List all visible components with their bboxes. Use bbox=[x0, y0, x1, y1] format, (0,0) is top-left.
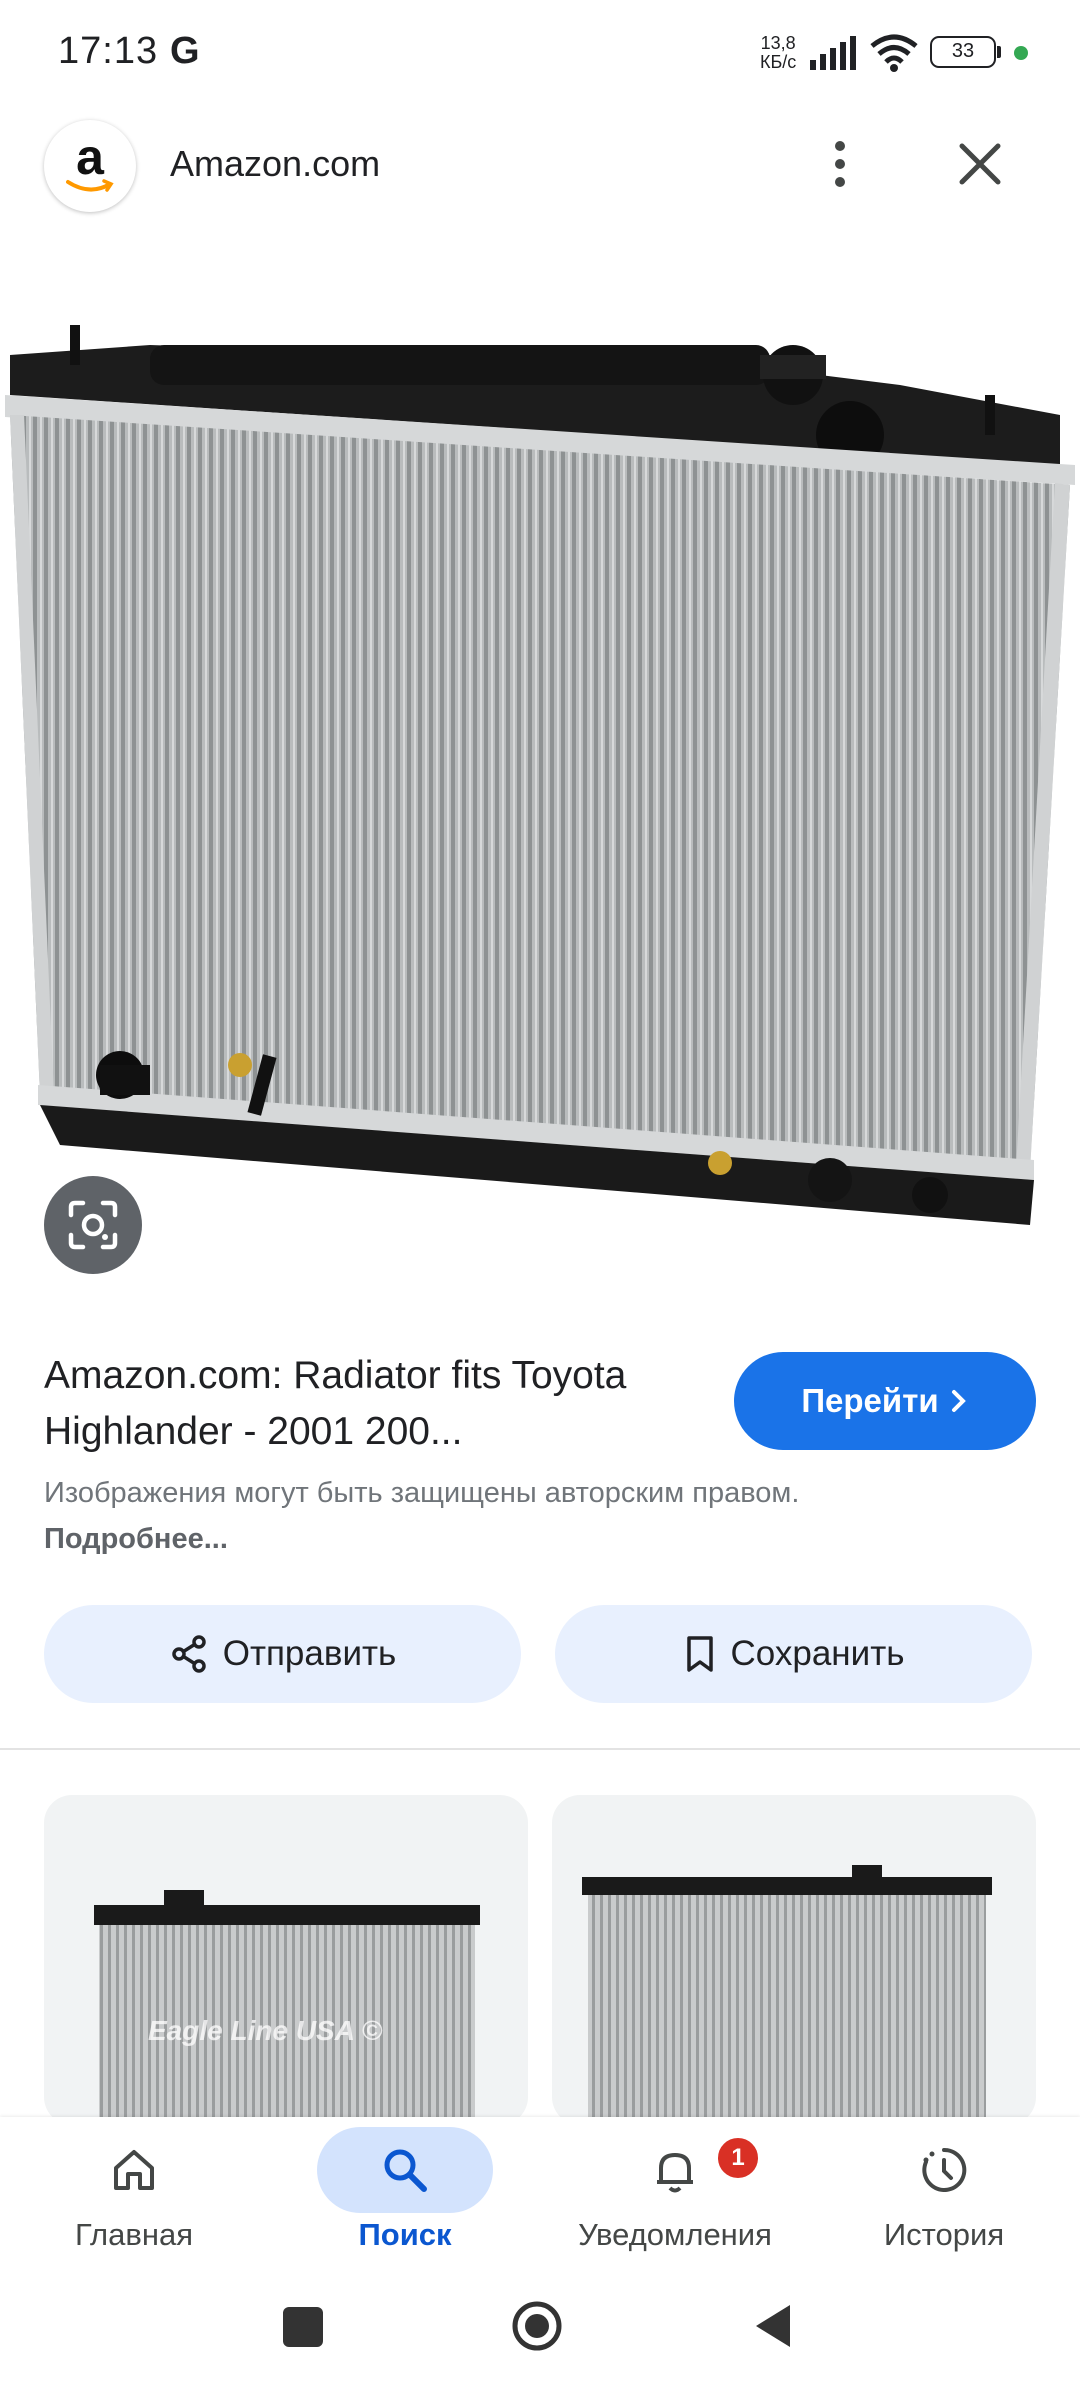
status-bar: 17:13 G 13,8 КБ/с 33 bbox=[0, 0, 1080, 110]
system-navigation-bar bbox=[0, 2267, 1080, 2400]
bottom-navigation: Главная Поиск 1 Уведомления История bbox=[0, 2117, 1080, 2267]
bell-icon bbox=[657, 2153, 693, 2193]
chevron-right-icon bbox=[951, 1390, 966, 1412]
more-vert-icon[interactable] bbox=[820, 134, 860, 194]
nav-home[interactable]: Главная bbox=[46, 2117, 222, 2267]
nav-notifications-icon-wrap: 1 bbox=[587, 2127, 763, 2213]
result-title[interactable]: Amazon.com: Radiator fits Toyota Highlan… bbox=[44, 1348, 704, 1460]
watermark-text: Eagle Line USA © bbox=[148, 2015, 383, 2046]
privacy-indicator-dot bbox=[1014, 46, 1028, 60]
nav-home-label: Главная bbox=[75, 2217, 193, 2252]
wifi-icon bbox=[870, 34, 918, 72]
network-speed: 13,8 КБ/с bbox=[760, 34, 796, 72]
nav-notifications[interactable]: 1 Уведомления bbox=[540, 2117, 810, 2267]
network-speed-unit: КБ/с bbox=[760, 52, 797, 72]
nav-search-label: Поиск bbox=[358, 2217, 452, 2252]
nav-history-icon-wrap bbox=[856, 2127, 1032, 2213]
network-speed-value: 13,8 bbox=[760, 33, 796, 53]
visit-button-label: Перейти bbox=[801, 1382, 939, 1419]
search-icon bbox=[384, 2149, 427, 2192]
nav-history[interactable]: История bbox=[856, 2117, 1032, 2267]
close-icon[interactable] bbox=[950, 134, 1010, 194]
battery-indicator: 33 bbox=[930, 36, 996, 68]
site-logo[interactable]: a bbox=[44, 120, 136, 212]
back-button[interactable] bbox=[750, 2301, 796, 2351]
nav-search[interactable]: Поиск bbox=[317, 2117, 493, 2267]
home-icon bbox=[114, 2150, 154, 2190]
notification-badge: 1 bbox=[715, 2135, 761, 2181]
home-button[interactable] bbox=[510, 2299, 564, 2353]
related-result-card[interactable]: Eagle Line USA © bbox=[44, 1795, 528, 2125]
copyright-text: Изображения могут быть защищены авторски… bbox=[44, 1477, 800, 1509]
related-result-card[interactable] bbox=[552, 1795, 1036, 2125]
save-button[interactable]: Сохранить bbox=[555, 1605, 1032, 1703]
google-lens-button[interactable] bbox=[44, 1176, 142, 1274]
save-label: Сохранить bbox=[730, 1634, 905, 1673]
google-lens-icon bbox=[68, 1200, 118, 1250]
history-icon bbox=[922, 2147, 967, 2192]
section-divider bbox=[0, 1748, 1080, 1750]
nav-home-icon-wrap bbox=[46, 2127, 222, 2213]
google-notification-icon: G bbox=[170, 30, 200, 72]
site-name[interactable]: Amazon.com bbox=[170, 143, 380, 185]
radiator-image[interactable] bbox=[0, 245, 1080, 1235]
nav-notifications-label: Уведомления bbox=[578, 2217, 772, 2252]
learn-more-link[interactable]: Подробнее... bbox=[44, 1523, 228, 1555]
related-radiator-image bbox=[582, 1865, 992, 2125]
nav-search-icon-wrap bbox=[317, 2127, 493, 2213]
signal-icon bbox=[810, 36, 856, 70]
share-icon bbox=[171, 1635, 206, 1673]
share-button[interactable]: Отправить bbox=[44, 1605, 521, 1703]
nav-history-label: История bbox=[883, 2217, 1005, 2252]
recents-button[interactable] bbox=[283, 2307, 323, 2347]
share-label: Отправить bbox=[222, 1634, 397, 1673]
related-radiator-image bbox=[94, 1890, 480, 2125]
bookmark-icon bbox=[686, 1636, 713, 1672]
battery-tip bbox=[997, 46, 1001, 58]
status-time: 17:13 bbox=[58, 30, 159, 72]
visit-button[interactable]: Перейти bbox=[734, 1352, 1036, 1450]
amazon-smile-icon bbox=[66, 179, 114, 192]
copyright-notice: Изображения могут быть защищены авторски… bbox=[44, 1470, 944, 1562]
